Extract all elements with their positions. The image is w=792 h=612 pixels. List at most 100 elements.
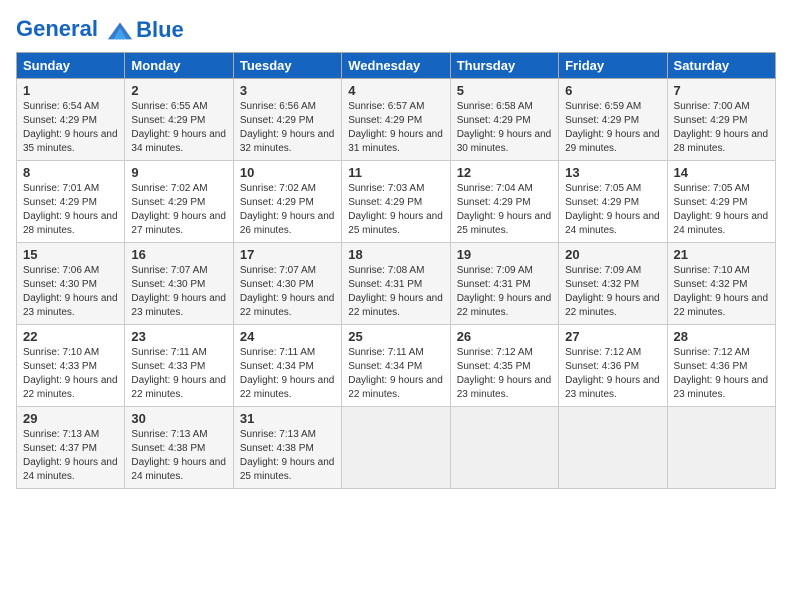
calendar-cell: 27Sunrise: 7:12 AMSunset: 4:36 PMDayligh… [559,325,667,407]
day-detail: Sunrise: 7:13 AMSunset: 4:38 PMDaylight:… [131,428,226,484]
logo-text-blue: Blue [136,17,184,43]
calendar-cell: 6Sunrise: 6:59 AMSunset: 4:29 PMDaylight… [559,79,667,161]
calendar-body: 1Sunrise: 6:54 AMSunset: 4:29 PMDaylight… [17,79,776,489]
calendar-cell: 22Sunrise: 7:10 AMSunset: 4:33 PMDayligh… [17,325,125,407]
calendar-cell [559,407,667,489]
day-number: 14 [674,165,769,180]
day-number: 26 [457,329,552,344]
day-number: 12 [457,165,552,180]
calendar-week-1: 1Sunrise: 6:54 AMSunset: 4:29 PMDaylight… [17,79,776,161]
calendar-cell: 30Sunrise: 7:13 AMSunset: 4:38 PMDayligh… [125,407,233,489]
calendar-cell: 12Sunrise: 7:04 AMSunset: 4:29 PMDayligh… [450,161,558,243]
day-number: 23 [131,329,226,344]
day-detail: Sunrise: 7:13 AMSunset: 4:38 PMDaylight:… [240,428,335,484]
calendar-cell: 5 Sunrise: 6:58 AMSunset: 4:29 PMDaylight… [450,79,558,161]
day-number: 5 [457,83,552,98]
day-detail: Sunrise: 7:13 AMSunset: 4:37 PMDaylight:… [23,428,118,484]
day-number: 6 [565,83,660,98]
day-number: 16 [131,247,226,262]
calendar-cell: 14 Sunrise: 7:05 AMSunset: 4:29 PMDayligh… [667,161,775,243]
day-detail: Sunrise: 7:06 AMSunset: 4:30 PMDaylight:… [23,264,118,320]
calendar-cell: 25Sunrise: 7:11 AMSunset: 4:34 PMDayligh… [342,325,450,407]
dow-wednesday: Wednesday [342,53,450,79]
calendar-cell: 26 Sunrise: 7:12 AMSunset: 4:35 PMDayligh… [450,325,558,407]
day-detail: Sunrise: 7:09 AMSunset: 4:31 PMDaylight:… [457,264,552,320]
day-detail: Sunrise: 6:55 AMSunset: 4:29 PMDaylight:… [131,100,226,156]
dow-sunday: Sunday [17,53,125,79]
day-number: 29 [23,411,118,426]
calendar-week-5: 29 Sunrise: 7:13 AMSunset: 4:37 PMDayligh… [17,407,776,489]
day-number: 28 [674,329,769,344]
calendar-week-3: 15 Sunrise: 7:06 AMSunset: 4:30 PMDayligh… [17,243,776,325]
day-detail: Sunrise: 7:07 AMSunset: 4:30 PMDaylight:… [240,264,335,320]
day-of-week-header-row: SundayMondayTuesdayWednesdayThursdayFrid… [17,53,776,79]
day-number: 17 [240,247,335,262]
day-detail: Sunrise: 6:58 AMSunset: 4:29 PMDaylight:… [457,100,552,156]
calendar-cell: 4 Sunrise: 6:57 AMSunset: 4:29 PMDaylight… [342,79,450,161]
day-detail: Sunrise: 7:02 AMSunset: 4:29 PMDaylight:… [131,182,226,238]
calendar-cell: 3 Sunrise: 6:56 AMSunset: 4:29 PMDaylight… [233,79,341,161]
calendar-cell: 10 Sunrise: 7:02 AMSunset: 4:29 PMDayligh… [233,161,341,243]
calendar-cell: 17 Sunrise: 7:07 AMSunset: 4:30 PMDayligh… [233,243,341,325]
calendar-cell: 8 Sunrise: 7:01 AMSunset: 4:29 PMDaylight… [17,161,125,243]
day-number: 24 [240,329,335,344]
calendar-cell: 2 Sunrise: 6:55 AMSunset: 4:29 PMDaylight… [125,79,233,161]
day-detail: Sunrise: 6:56 AMSunset: 4:29 PMDaylight:… [240,100,335,156]
calendar-cell: 16 Sunrise: 7:07 AMSunset: 4:30 PMDayligh… [125,243,233,325]
calendar-cell: 19 Sunrise: 7:09 AMSunset: 4:31 PMDayligh… [450,243,558,325]
day-number: 21 [674,247,769,262]
day-detail: Sunrise: 7:12 AMSunset: 4:36 PMDaylight:… [674,346,769,402]
day-detail: Sunrise: 7:07 AMSunset: 4:30 PMDaylight:… [131,264,226,320]
calendar-week-2: 8 Sunrise: 7:01 AMSunset: 4:29 PMDaylight… [17,161,776,243]
day-detail: Sunrise: 7:03 AMSunset: 4:29 PMDaylight:… [348,182,443,238]
logo-icon [106,16,134,44]
day-detail: Sunrise: 7:05 AMSunset: 4:29 PMDaylight:… [565,182,660,238]
dow-monday: Monday [125,53,233,79]
calendar-cell [342,407,450,489]
day-number: 2 [131,83,226,98]
dow-tuesday: Tuesday [233,53,341,79]
day-number: 13 [565,165,660,180]
day-detail: Sunrise: 7:09 AMSunset: 4:32 PMDaylight:… [565,264,660,320]
calendar-cell: 11 Sunrise: 7:03 AMSunset: 4:29 PMDayligh… [342,161,450,243]
calendar-cell [450,407,558,489]
day-detail: Sunrise: 7:05 AMSunset: 4:29 PMDaylight:… [674,182,769,238]
day-number: 15 [23,247,118,262]
calendar-cell: 20 Sunrise: 7:09 AMSunset: 4:32 PMDayligh… [559,243,667,325]
calendar-cell: 21Sunrise: 7:10 AMSunset: 4:32 PMDayligh… [667,243,775,325]
dow-thursday: Thursday [450,53,558,79]
day-number: 1 [23,83,118,98]
calendar-cell: 29 Sunrise: 7:13 AMSunset: 4:37 PMDayligh… [17,407,125,489]
day-detail: Sunrise: 7:11 AMSunset: 4:34 PMDaylight:… [348,346,443,402]
day-number: 3 [240,83,335,98]
day-number: 20 [565,247,660,262]
day-number: 11 [348,165,443,180]
day-number: 4 [348,83,443,98]
calendar-cell: 15 Sunrise: 7:06 AMSunset: 4:30 PMDayligh… [17,243,125,325]
logo-text-general: General [16,16,98,41]
day-number: 8 [23,165,118,180]
day-number: 10 [240,165,335,180]
day-number: 9 [131,165,226,180]
day-number: 19 [457,247,552,262]
day-detail: Sunrise: 7:00 AMSunset: 4:29 PMDaylight:… [674,100,769,156]
calendar-cell: 13 Sunrise: 7:05 AMSunset: 4:29 PMDayligh… [559,161,667,243]
calendar-cell: 7Sunrise: 7:00 AMSunset: 4:29 PMDaylight… [667,79,775,161]
logo: General Blue [16,16,184,44]
day-detail: Sunrise: 7:11 AMSunset: 4:33 PMDaylight:… [131,346,226,402]
day-detail: Sunrise: 7:12 AMSunset: 4:36 PMDaylight:… [565,346,660,402]
day-detail: Sunrise: 7:11 AMSunset: 4:34 PMDaylight:… [240,346,335,402]
day-number: 18 [348,247,443,262]
day-detail: Sunrise: 6:57 AMSunset: 4:29 PMDaylight:… [348,100,443,156]
day-detail: Sunrise: 7:02 AMSunset: 4:29 PMDaylight:… [240,182,335,238]
day-detail: Sunrise: 7:12 AMSunset: 4:35 PMDaylight:… [457,346,552,402]
calendar-cell: 18 Sunrise: 7:08 AMSunset: 4:31 PMDayligh… [342,243,450,325]
page-header: General Blue [16,16,776,44]
day-detail: Sunrise: 7:08 AMSunset: 4:31 PMDaylight:… [348,264,443,320]
calendar-cell: 23 Sunrise: 7:11 AMSunset: 4:33 PMDayligh… [125,325,233,407]
calendar-cell [667,407,775,489]
day-number: 22 [23,329,118,344]
calendar-week-4: 22Sunrise: 7:10 AMSunset: 4:33 PMDayligh… [17,325,776,407]
day-detail: Sunrise: 7:01 AMSunset: 4:29 PMDaylight:… [23,182,118,238]
calendar-cell: 31Sunrise: 7:13 AMSunset: 4:38 PMDayligh… [233,407,341,489]
